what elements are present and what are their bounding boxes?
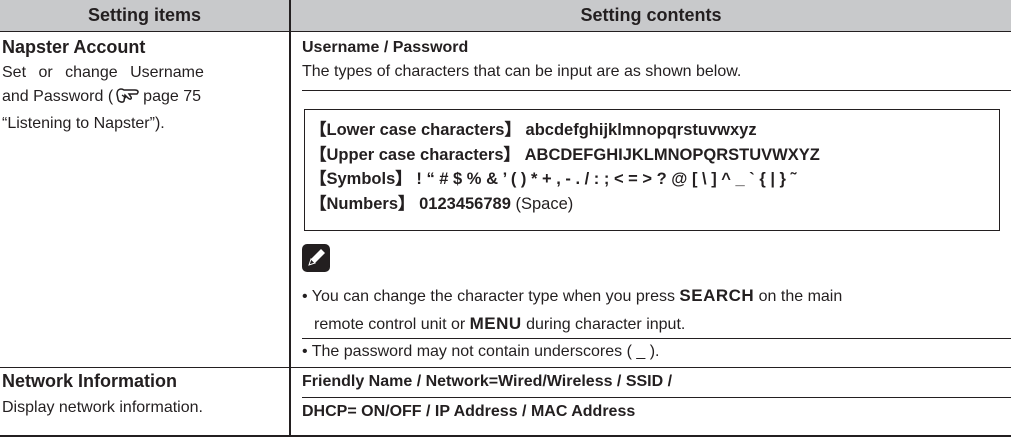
upper-case-label: 【Upper case characters】 — [310, 145, 521, 164]
character-types-box: 【Lower case characters】 abcdefghijklmnop… — [304, 109, 1000, 231]
numbers-value: 0123456789 — [419, 194, 511, 213]
network-info-line1: Friendly Name / Network=Wired/Wireless /… — [302, 373, 673, 390]
napster-desc-line2: and Password ( page 75 — [2, 85, 284, 112]
numbers-label: 【Numbers】 — [310, 194, 415, 213]
note-bullet-1: • You can change the character type when… — [302, 283, 1002, 310]
napster-desc-line3: “Listening to Napster”). — [2, 115, 165, 132]
bullet1-text-c: remote control unit or — [314, 316, 470, 333]
search-keyword: SEARCH — [679, 286, 755, 305]
lower-case-label: 【Lower case characters】 — [310, 121, 521, 139]
network-information-title: Network Information — [2, 371, 178, 391]
symbols-line: 【Symbols】 ! “ # $ % & ’ ( ) * + , - . / … — [310, 167, 999, 192]
napster-account-description: Set or change Username and Password ( pag… — [2, 61, 284, 136]
napster-desc-line2-pre: and Password ( — [2, 88, 114, 105]
napster-desc-line1: Set or change Username — [2, 64, 204, 81]
row-divider — [0, 367, 1011, 368]
upper-case-value: ABCDEFGHIJKLMNOPQRSTUVWXYZ — [524, 145, 820, 164]
header-divider — [0, 31, 1011, 32]
symbols-value: ! “ # $ % & ’ ( ) * + , - . / : ; < = > … — [416, 170, 797, 188]
contents-divider — [302, 90, 1011, 91]
note-divider — [302, 338, 1011, 339]
network-info-line2: DHCP= ON/OFF / IP Address / MAC Address — [302, 403, 636, 420]
settings-table: Setting items Setting contents Napster A… — [0, 0, 1011, 437]
numbers-line: 【Numbers】 0123456789 (Space) — [310, 192, 999, 217]
menu-keyword: MENU — [469, 314, 522, 333]
note-bullet-2: • The password may not contain underscor… — [302, 343, 660, 360]
network-information-description: Display network information. — [2, 399, 203, 416]
network-divider — [302, 397, 1011, 398]
column-divider — [289, 0, 291, 435]
symbols-label: 【Symbols】 — [310, 170, 412, 188]
header-setting-contents: Setting contents — [291, 0, 1011, 31]
bullet1-text-d: during character input. — [521, 316, 686, 333]
pencil-icon — [302, 244, 330, 272]
napster-account-title: Napster Account — [2, 37, 146, 57]
username-password-subtitle: Username / Password — [302, 39, 469, 56]
lower-case-line: 【Lower case characters】 abcdefghijklmnop… — [310, 118, 999, 143]
page-reference-icon — [115, 86, 141, 112]
note-bullet-1-continuation: remote control unit or MENU during chara… — [314, 314, 685, 334]
header-setting-items: Setting items — [0, 0, 289, 31]
bullet1-text-b: on the main — [754, 288, 843, 305]
upper-case-line: 【Upper case characters】 ABCDEFGHIJKLMNOP… — [310, 143, 999, 168]
napster-desc-line2-post: page 75 — [143, 88, 202, 105]
bullet1-text-a: • You can change the character type when… — [302, 288, 680, 305]
characters-intro-text: The types of characters that can be inpu… — [302, 63, 742, 80]
lower-case-value: abcdefghijklmnopqrstuvwxyz — [525, 121, 757, 139]
space-label: (Space) — [515, 194, 574, 213]
